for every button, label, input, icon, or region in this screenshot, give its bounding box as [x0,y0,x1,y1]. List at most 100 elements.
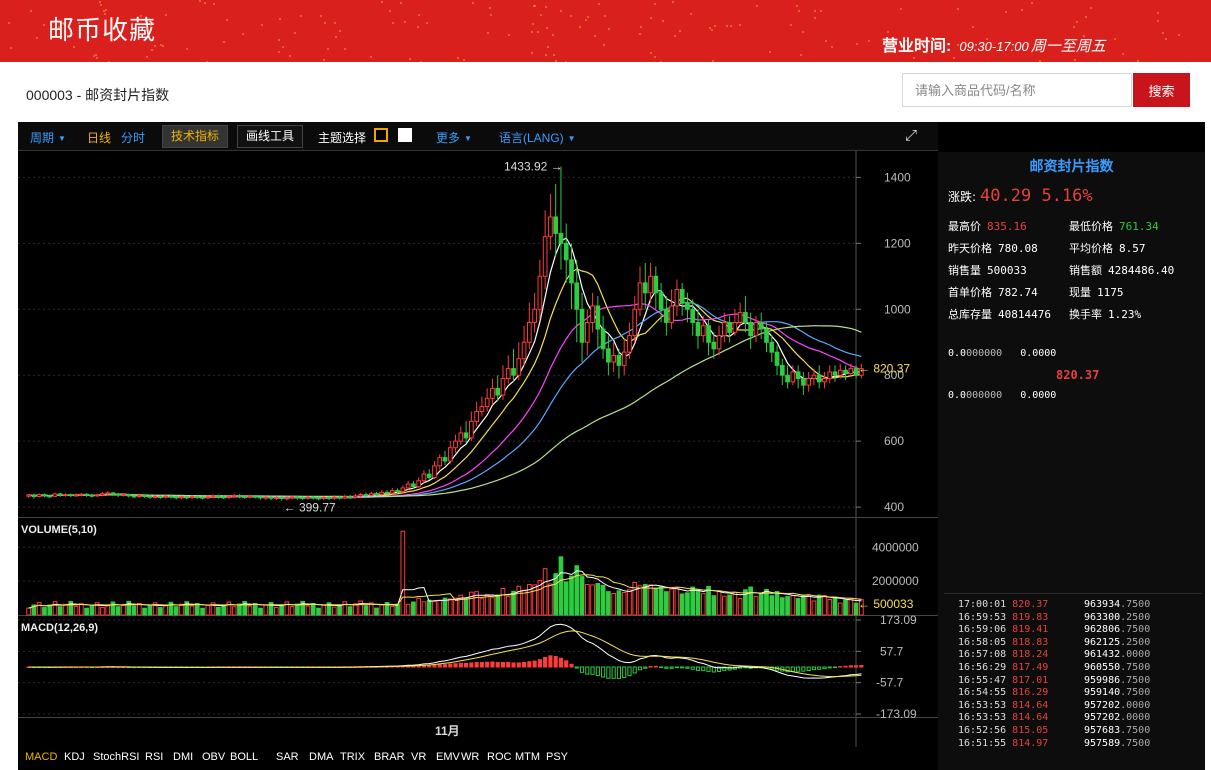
indicator-tab-mtm[interactable]: MTM [515,751,540,763]
indicator-tab-vr[interactable]: VR [411,751,426,763]
trade-price: 814.64 [1012,712,1049,724]
trade-price: 819.41 [1012,624,1049,636]
candle-body [590,305,595,323]
candle-body [47,495,53,498]
candle-body [822,378,827,383]
volume-bar [563,581,569,616]
indicator-tab-sar[interactable]: SAR [276,751,299,763]
header-sparkle [289,54,291,57]
header-sparkle [899,8,902,11]
x-axis-label: 11月 [435,724,460,738]
low-price-marker: ← 399.77 [284,501,336,515]
header-sparkle [462,58,465,61]
candle-body [421,473,427,482]
header-sparkle [957,8,960,11]
trade-list[interactable]: 17:00:01 820.37 963934.7500 16:59:53 819.83 9… [944,593,1202,768]
indicator-tab-rsi[interactable]: RSI [145,751,163,763]
volume-bar [310,603,316,616]
trade-volume-dec: .2500 [1120,611,1151,623]
trade-volume-dec: .7500 [1120,599,1151,610]
indicator-tab-macd[interactable]: MACD [25,751,57,763]
volume-bar [553,573,559,616]
stat-label: 昨天价格 [948,242,992,255]
header-sparkle [956,43,959,46]
header-sparkle [344,48,347,51]
daily-button[interactable]: 日线 [87,129,111,146]
intraday-button[interactable]: 分时 [121,129,145,146]
indicator-tab-trix[interactable]: TRIX [340,751,365,763]
trade-volume-int: 960550 [1084,662,1121,673]
search-input[interactable] [902,73,1132,107]
indicator-tab-brar[interactable]: BRAR [374,751,405,763]
indicator-tab-emv[interactable]: EMV [436,751,460,763]
header-sparkle [1164,37,1167,40]
volume-bar [52,601,58,616]
candle-body [221,496,226,499]
language-dropdown[interactable]: 语言(LANG) ▼ [499,129,576,146]
header-sparkle [953,56,956,59]
volume-bar [247,605,253,616]
indicator-tab-kdj[interactable]: KDJ [64,751,85,763]
drawing-tools-button[interactable]: 画线工具 [237,125,304,148]
header-sparkle [730,24,733,27]
candle-body [664,308,669,323]
trade-volume-dec: .7500 [1120,674,1151,686]
indicator-tab-psy[interactable]: PSY [546,751,568,763]
indicator-tab-boll[interactable]: BOLL [230,751,258,763]
volume-bar [279,604,284,616]
price-tick-label: 1000 [884,302,911,316]
volume-bar [627,589,632,616]
volume-bar [785,596,790,616]
volume-bar [263,604,269,616]
indicator-tab-wr[interactable]: WR [461,751,479,763]
trade-price: 819.83 [1012,611,1049,623]
volume-bar [521,589,527,616]
trade-price: 814.64 [1012,699,1049,711]
theme-light-swatch[interactable] [398,128,412,142]
indicator-tab-roc[interactable]: ROC [487,751,511,763]
trade-volume: 962806.7500 [1084,624,1150,635]
stat-value: 40814476 [998,308,1051,321]
candle-body [806,378,812,386]
volume-bar [542,568,548,616]
header-sparkle [799,53,802,56]
volume-bar [579,576,585,616]
candle-body [268,496,274,499]
header-sparkle [100,4,103,7]
business-hours-label: 营业时间: [882,38,952,55]
candle-body [795,371,801,380]
header-sparkle [145,55,148,58]
trade-price: 816.29 [1012,687,1049,699]
header-sparkle [488,6,491,9]
period-dropdown[interactable]: 周期 ▼ [30,129,66,146]
macd-histogram-bar [801,666,806,672]
header-sparkle [95,54,98,57]
chart-toolbar: 周期 ▼ 日线 分时 技术指标 画线工具 主题选择 更多 ▼ 语言(LANG) ▼ ⤢ [18,122,938,151]
macd-histogram-bar [516,662,521,668]
indicator-tab-dma[interactable]: DMA [309,751,333,763]
more-dropdown[interactable]: 更多 ▼ [436,129,472,146]
indicator-tab-dmi[interactable]: DMI [173,751,193,763]
header-sparkle [1073,58,1076,61]
volume-bar [205,604,211,616]
trade-volume-int: 962806 [1084,624,1121,636]
theme-dark-swatch[interactable] [374,128,388,142]
search-button[interactable]: 搜索 [1133,73,1190,107]
stat-label: 现量 [1069,286,1091,299]
indicator-tab-obv[interactable]: OBV [202,751,225,763]
volume-bar [721,595,727,616]
indicator-tab-stochrsi[interactable]: StochRSI [93,751,139,763]
macd-histogram-bar [653,665,658,668]
fullscreen-icon[interactable]: ⤢ [905,128,917,143]
indicators-button[interactable]: 技术指标 [162,125,229,148]
candle-body [437,457,443,467]
volume-bar [837,602,843,616]
candlestick-chart[interactable]: 1400120010008006004001433.92 →← 399.77← … [18,151,938,747]
macd-histogram-bar [811,666,817,671]
candle-body [89,494,95,497]
macd-histogram-bar [606,666,611,679]
candle-body [627,335,632,353]
header-sparkle [1156,20,1159,23]
candle-body [126,494,132,497]
header-sparkle [417,14,420,17]
